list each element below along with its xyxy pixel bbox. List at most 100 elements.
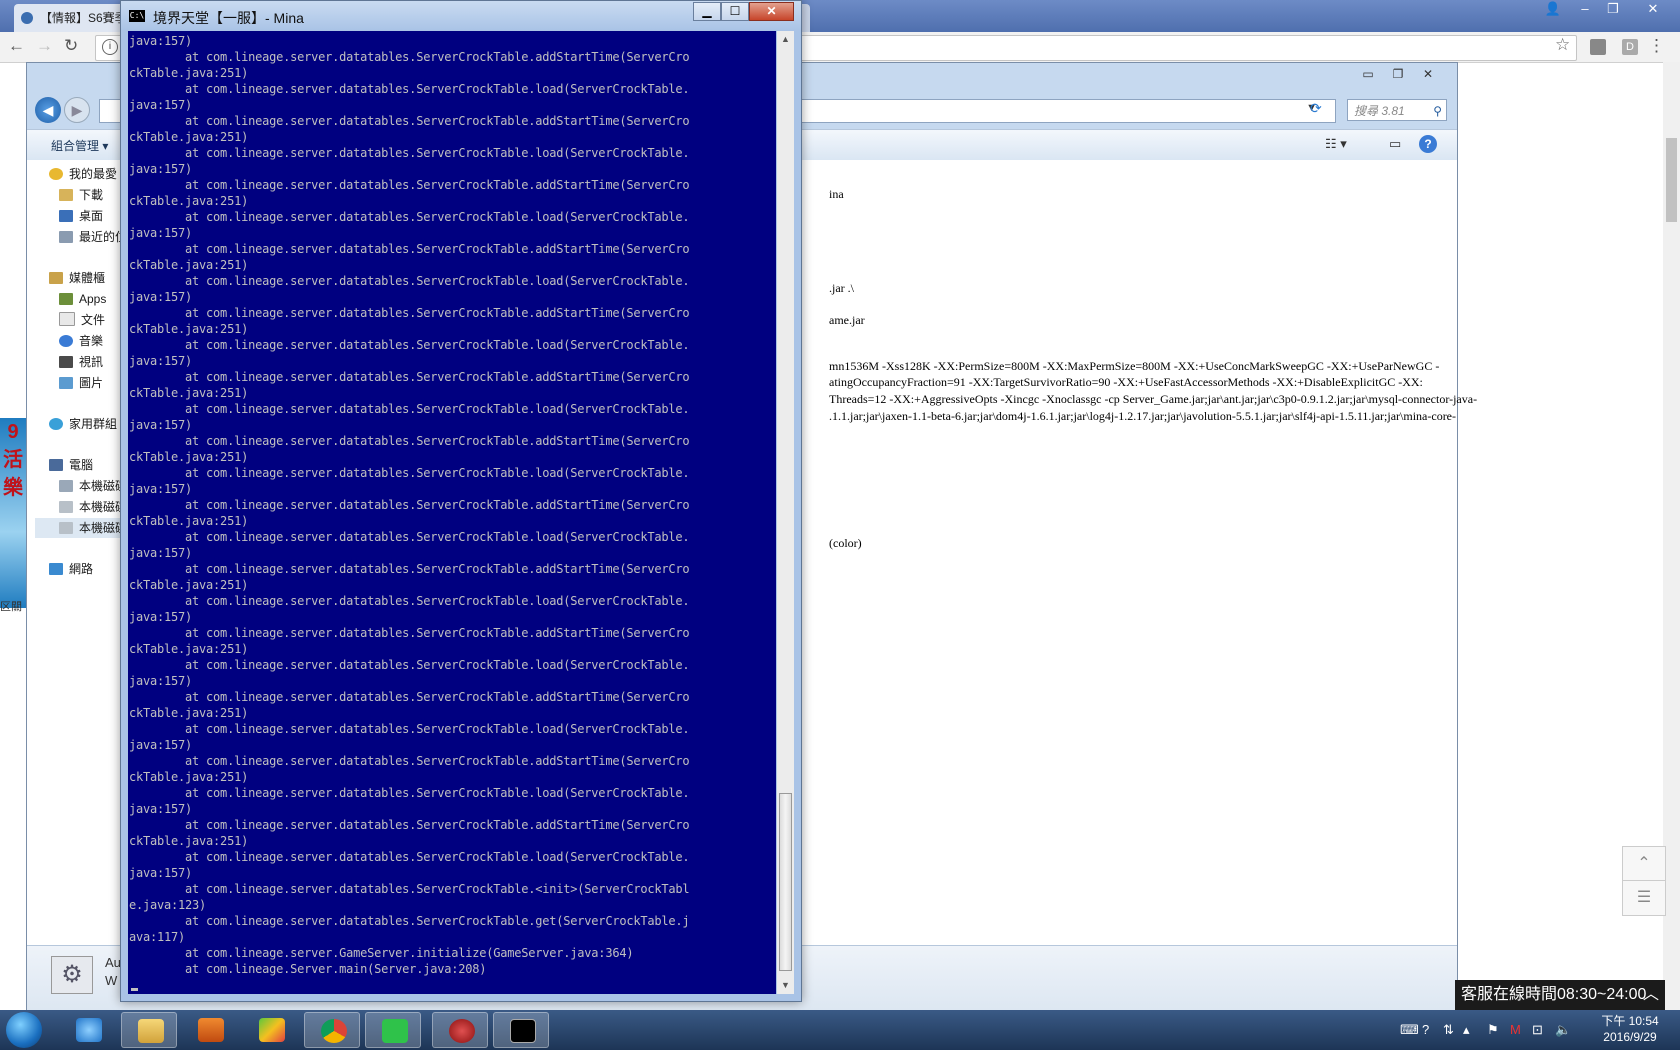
console-scrollbar[interactable]: ▲ ▼ — [777, 31, 794, 994]
taskbar-cmd-button[interactable] — [493, 1012, 549, 1048]
nav-item-desktop[interactable]: 桌面 — [59, 206, 103, 226]
nav-item-apps[interactable]: Apps — [59, 289, 106, 309]
explorer-back-button[interactable]: ◀ — [35, 97, 61, 123]
customer-service-bar[interactable]: 客服在線時間08:30~24:00 ︿ — [1455, 980, 1665, 1010]
console-title: 境界天堂【一服】- Mina — [153, 10, 304, 26]
list-view-button[interactable]: ☰ — [1622, 880, 1666, 916]
hard-drive-icon — [59, 501, 73, 513]
volume-icon[interactable]: 🔈 — [1555, 1022, 1571, 1038]
minimize-icon[interactable]: – — [1572, 0, 1598, 20]
scroll-up-icon[interactable]: ▲ — [777, 31, 794, 48]
console-scrollbar-thumb[interactable] — [779, 793, 792, 971]
refresh-icon[interactable]: ⟳ — [1310, 100, 1322, 117]
browser-tab-active[interactable]: 【情報】S6賽季 — [14, 4, 134, 32]
restore-icon[interactable]: ❐ — [1600, 0, 1626, 20]
nav-label: 電腦 — [69, 458, 94, 472]
windows-drive-icon — [59, 480, 73, 492]
keyboard-icon[interactable]: ⌨ — [1400, 1022, 1419, 1038]
start-button[interactable] — [6, 1012, 42, 1048]
nav-item-documents[interactable]: 文件 — [59, 310, 105, 330]
command-prompt-icon: C:\ — [129, 10, 145, 22]
console-maximize-button[interactable]: ☐ — [721, 2, 749, 21]
taskbar-chrome-button[interactable] — [304, 1012, 360, 1048]
user-profile-icon[interactable]: 👤 — [1540, 0, 1566, 20]
library-icon — [49, 272, 63, 284]
console-close-button[interactable]: ✕ — [749, 2, 794, 21]
console-window: C:\ 境界天堂【一服】- Mina ▁ ☐ ✕ java:157) at co… — [120, 0, 802, 1002]
taskbar-explorer-button[interactable] — [121, 1012, 177, 1048]
extension-icon[interactable] — [1590, 39, 1606, 55]
media-player-icon — [198, 1018, 224, 1042]
taskbar-bluestacks-button[interactable] — [243, 1012, 299, 1048]
command-prompt-icon — [510, 1019, 536, 1043]
back-arrow-icon[interactable]: ← — [8, 36, 25, 56]
action-center-flag-icon[interactable]: ⚑ — [1487, 1022, 1499, 1038]
console-minimize-button[interactable]: ▁ — [693, 2, 721, 21]
nav-item-favorites[interactable]: 我的最愛 — [49, 164, 117, 184]
scroll-top-button[interactable]: ⌃ — [1622, 846, 1666, 882]
nav-item-disk-e[interactable]: 本機磁碟 — [35, 518, 127, 538]
nav-item-homegroup[interactable]: 家用群組 — [49, 414, 117, 434]
organize-menu-button[interactable]: 組合管理 ▾ — [51, 137, 108, 154]
apps-icon — [59, 293, 73, 305]
clock-date: 2016/9/29 — [1603, 1030, 1657, 1044]
nav-item-disk-c[interactable]: 本機磁碟 — [59, 476, 127, 496]
explorer-forward-button[interactable]: ▶ — [64, 97, 90, 123]
page-scrollbar-thumb[interactable] — [1666, 138, 1677, 222]
nav-item-downloads[interactable]: 下載 — [59, 185, 103, 205]
console-output[interactable]: java:157) at com.lineage.server.datatabl… — [128, 31, 776, 994]
nav-item-computer[interactable]: 電腦 — [49, 455, 93, 475]
minimize-icon[interactable]: ▭ — [1353, 65, 1383, 83]
forward-arrow-icon[interactable]: → — [36, 36, 53, 56]
nav-label: 文件 — [81, 313, 106, 327]
nav-item-pictures[interactable]: 圖片 — [59, 373, 103, 393]
computer-icon — [49, 459, 63, 471]
browser-menu-icon[interactable]: ⋮ — [1648, 36, 1665, 56]
taskbar-game-button[interactable] — [432, 1012, 488, 1048]
maximize-icon[interactable]: ❐ — [1383, 65, 1413, 83]
content-text-line: atingOccupancyFraction=91 -XX:TargetSurv… — [829, 375, 1423, 389]
taskbar-ie-button[interactable] — [60, 1012, 116, 1048]
ad-caption: 区關 — [0, 601, 22, 613]
language-icon[interactable]: ⇅ — [1443, 1022, 1454, 1038]
help-icon[interactable]: ? — [1419, 135, 1437, 153]
music-note-icon — [59, 335, 73, 347]
tray-expand-icon[interactable]: ▴ — [1463, 1022, 1470, 1038]
reload-icon[interactable]: ↻ — [64, 36, 78, 56]
explorer-navigation-pane: 我的最愛 下載 桌面 最近的位 媒體櫃 Apps 文件 音樂 視訊 圖片 家用群… — [27, 160, 128, 945]
close-icon[interactable]: ✕ — [1413, 65, 1443, 83]
nav-item-libraries[interactable]: 媒體櫃 — [49, 268, 105, 288]
preview-pane-icon[interactable]: ▭ — [1389, 136, 1401, 152]
nav-item-disk-d[interactable]: 本機磁碟 — [59, 497, 127, 517]
taskbar-media-button[interactable] — [182, 1012, 238, 1048]
content-text-line: .jar .\ — [829, 281, 854, 295]
console-titlebar[interactable]: C:\ 境界天堂【一服】- Mina ▁ ☐ ✕ — [121, 1, 801, 31]
view-options-icon[interactable]: ☷ ▾ — [1325, 136, 1347, 152]
help-tray-icon[interactable]: ? — [1422, 1022, 1429, 1037]
nav-item-recent[interactable]: 最近的位 — [59, 227, 127, 247]
nav-label: 下載 — [79, 188, 104, 202]
line-messenger-icon — [382, 1019, 408, 1043]
extension-d-icon[interactable]: D — [1622, 39, 1638, 55]
nav-item-network[interactable]: 網路 — [49, 559, 93, 579]
explorer-search-input[interactable]: 搜尋 3.81 ⚲ — [1347, 99, 1447, 121]
taskbar-clock[interactable]: 下午 10:54 2016/9/29 — [1590, 1013, 1670, 1045]
clock-time: 下午 10:54 — [1601, 1014, 1659, 1028]
scroll-down-icon[interactable]: ▼ — [777, 977, 794, 994]
settings-file-icon: ⚙ — [51, 956, 93, 994]
nav-label: 桌面 — [79, 209, 104, 223]
network-tray-icon[interactable]: ⊡ — [1532, 1022, 1543, 1038]
nav-item-videos[interactable]: 視訊 — [59, 352, 103, 372]
side-ad-banner[interactable]: 9 活 樂 — [0, 418, 26, 608]
search-icon[interactable]: ⚲ — [1433, 100, 1442, 122]
browser-tab-title: 【情報】S6賽季 — [40, 11, 127, 25]
gmail-icon[interactable]: M — [1510, 1022, 1521, 1037]
chevron-up-icon[interactable]: ︿ — [1643, 980, 1659, 1010]
video-film-icon — [59, 356, 73, 368]
bluestacks-icon — [259, 1018, 285, 1042]
close-icon[interactable]: ✕ — [1630, 0, 1676, 20]
site-info-icon[interactable]: i — [102, 39, 118, 55]
nav-item-music[interactable]: 音樂 — [59, 331, 103, 351]
bookmark-star-icon[interactable]: ☆ — [1555, 35, 1570, 55]
taskbar-line-button[interactable] — [365, 1012, 421, 1048]
